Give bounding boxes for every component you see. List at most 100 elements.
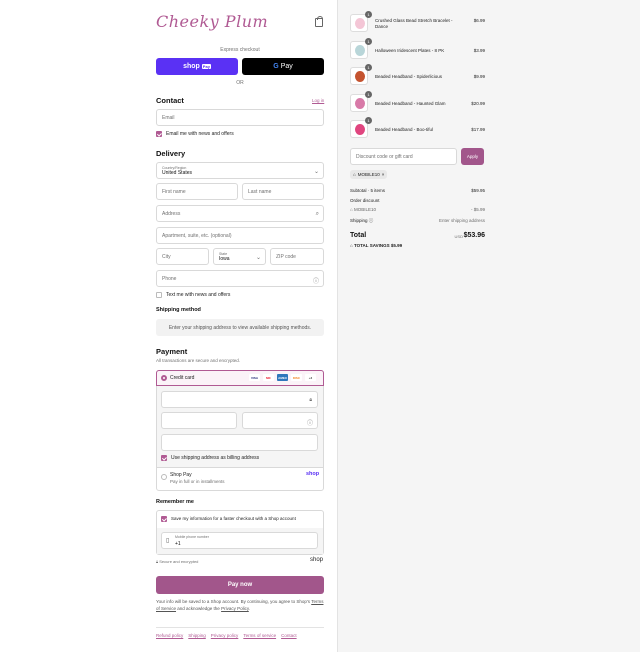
- subtotal-row: Subtotal · 5 items $59.95: [350, 188, 485, 193]
- shop-pay-wordmark: shop: [183, 63, 200, 70]
- remember-me-heading: Remember me: [156, 499, 194, 505]
- card-number-field[interactable]: 🔒︎: [161, 391, 318, 408]
- pay-now-button[interactable]: Pay now: [156, 576, 324, 594]
- apartment-field[interactable]: Apartment, suite, etc. (optional): [156, 227, 324, 244]
- google-pay-button[interactable]: G Pay: [242, 58, 324, 75]
- product-price: $3.99: [473, 48, 485, 53]
- text-news-checkbox[interactable]: [156, 292, 162, 298]
- express-checkout-label: Express checkout: [220, 47, 260, 53]
- payment-heading: Payment: [156, 347, 188, 356]
- country-value: United States: [162, 169, 193, 176]
- help-circle-icon[interactable]: ⓘ: [313, 276, 319, 285]
- more-cards-badge: +3: [305, 374, 316, 381]
- legal-text: Your info will be saved to a Shop accoun…: [156, 599, 324, 612]
- footer-links: Refund policy Shipping Privacy policy Te…: [156, 627, 324, 638]
- credit-card-radio[interactable]: [161, 375, 167, 381]
- quantity-badge: 1: [365, 91, 372, 98]
- save-info-label: Save my information for a faster checkou…: [171, 516, 296, 521]
- shipping-row: Shipping ⓘ Enter shipping address: [350, 218, 485, 224]
- email-news-checkbox[interactable]: [156, 131, 162, 137]
- total-savings-value: $5.99: [390, 243, 403, 248]
- shop-pay-option-title[interactable]: Shop Pay: [170, 472, 192, 478]
- payment-subtitle: All transactions are secure and encrypte…: [156, 358, 241, 363]
- legal-text-end: .: [248, 605, 251, 611]
- mobile-phone-field[interactable]: ▯ Mobile phone number +1: [161, 532, 318, 549]
- first-name-field[interactable]: First name: [156, 183, 238, 200]
- login-link[interactable]: Log in: [312, 98, 324, 103]
- shipping-method-heading: Shipping method: [156, 307, 201, 313]
- zip-field[interactable]: ZIP code: [270, 248, 324, 265]
- cart-item: 1 Beaded Headband - Haunted Glam: [350, 91, 485, 114]
- discount-value: - $5.99: [470, 207, 485, 212]
- shop-pay-radio[interactable]: [161, 474, 167, 480]
- state-select[interactable]: State Iowa ⌄: [213, 248, 266, 265]
- product-name: Beaded Headband - Spiderlicious: [375, 74, 443, 79]
- privacy-policy-link[interactable]: Privacy policy: [211, 633, 239, 638]
- mastercard-icon: MC: [263, 374, 274, 381]
- product-name: Beaded Headband - Haunted Glam: [375, 101, 446, 106]
- phone-field[interactable]: Phone ⓘ: [156, 270, 324, 287]
- currency-label: USD: [454, 234, 463, 239]
- terms-of-service-link[interactable]: Terms of service: [243, 633, 276, 638]
- address-field[interactable]: Address ⌕: [156, 205, 324, 222]
- legal-text-2: and acknowledge the: [177, 605, 220, 611]
- cart-item: 1 Beaded Headband - Spiderlicious: [350, 64, 485, 87]
- contact-link[interactable]: Contact: [281, 633, 297, 638]
- total-savings-label: TOTAL SAVINGS: [353, 243, 390, 248]
- billing-address-checkbox[interactable]: [161, 455, 167, 461]
- discover-icon: DISC: [291, 374, 302, 381]
- cart-item: 1 Crushed Glass Bead Stretch Bracelet - …: [350, 11, 485, 34]
- discount-code-input[interactable]: Discount code or gift card: [350, 148, 457, 165]
- subtotal-label: Subtotal · 5 items: [350, 188, 386, 193]
- credit-card-label: Credit card: [170, 375, 195, 381]
- product-image: [355, 98, 365, 109]
- discount-tag: ⌂ MOBILE10 ×: [350, 170, 388, 179]
- shipping-value: Enter shipping address: [438, 218, 485, 223]
- lock-icon: 🔒︎: [309, 397, 312, 403]
- shipping-link[interactable]: Shipping: [188, 633, 206, 638]
- remove-discount-icon[interactable]: ×: [382, 172, 385, 177]
- or-divider: OR: [236, 80, 244, 86]
- quantity-badge: 1: [365, 38, 372, 45]
- delivery-heading: Delivery: [156, 149, 186, 158]
- privacy-policy-link[interactable]: Privacy Policy: [221, 606, 249, 611]
- mobile-phone-label: Mobile phone number: [175, 535, 209, 539]
- product-image: [355, 18, 365, 29]
- last-name-field[interactable]: Last name: [242, 183, 324, 200]
- city-field[interactable]: City: [156, 248, 209, 265]
- phone-icon: ▯: [166, 538, 170, 544]
- quantity-badge: 1: [365, 64, 372, 71]
- shop-pay-button[interactable]: shop Pay: [156, 58, 238, 75]
- help-circle-icon[interactable]: ⓘ: [307, 418, 313, 427]
- help-circle-icon[interactable]: ⓘ: [369, 218, 374, 223]
- apply-discount-button[interactable]: Apply: [461, 148, 484, 165]
- refund-policy-link[interactable]: Refund policy: [156, 633, 183, 638]
- name-on-card-field[interactable]: [161, 434, 318, 451]
- product-name: Halloween Iridescent Plates - 8 PK: [375, 48, 445, 53]
- total-label: Total: [350, 232, 367, 239]
- security-code-field[interactable]: ⓘ: [242, 412, 318, 429]
- text-news-label: Text me with news and offers: [166, 292, 231, 298]
- email-field[interactable]: Email: [156, 109, 324, 126]
- shipping-label: Shipping: [350, 218, 368, 223]
- legal-text-1: Your info will be saved to a Shop accoun…: [156, 599, 311, 604]
- country-select[interactable]: Country/Region United States ⌄: [156, 162, 324, 179]
- phone-placeholder: Phone: [162, 275, 177, 282]
- product-price: $6.99: [473, 18, 485, 23]
- google-pay-label: Pay: [280, 63, 293, 70]
- quantity-badge: 1: [365, 11, 372, 18]
- product-image: [355, 124, 365, 135]
- amex-icon: AMEX: [277, 374, 288, 381]
- expiration-date-field[interactable]: [161, 412, 237, 429]
- shipping-method-message: Enter your shipping address to view avai…: [156, 319, 324, 336]
- save-info-checkbox[interactable]: [161, 516, 167, 522]
- cart-bag-icon[interactable]: [315, 16, 323, 27]
- order-discount-label: Order discount: [350, 198, 380, 203]
- store-logo[interactable]: Cheeky Plum: [156, 12, 268, 31]
- total-savings-row: ⌂ TOTAL SAVINGS $5.99: [350, 243, 485, 248]
- shop-logo: shop: [306, 471, 320, 477]
- chevron-down-icon: ⌄: [255, 255, 261, 261]
- phone-country-code: +1: [175, 541, 181, 547]
- discount-row-code: MOBILE10: [353, 207, 376, 212]
- secure-encrypted-label: 🔒︎ Secure and encrypted: [156, 559, 198, 564]
